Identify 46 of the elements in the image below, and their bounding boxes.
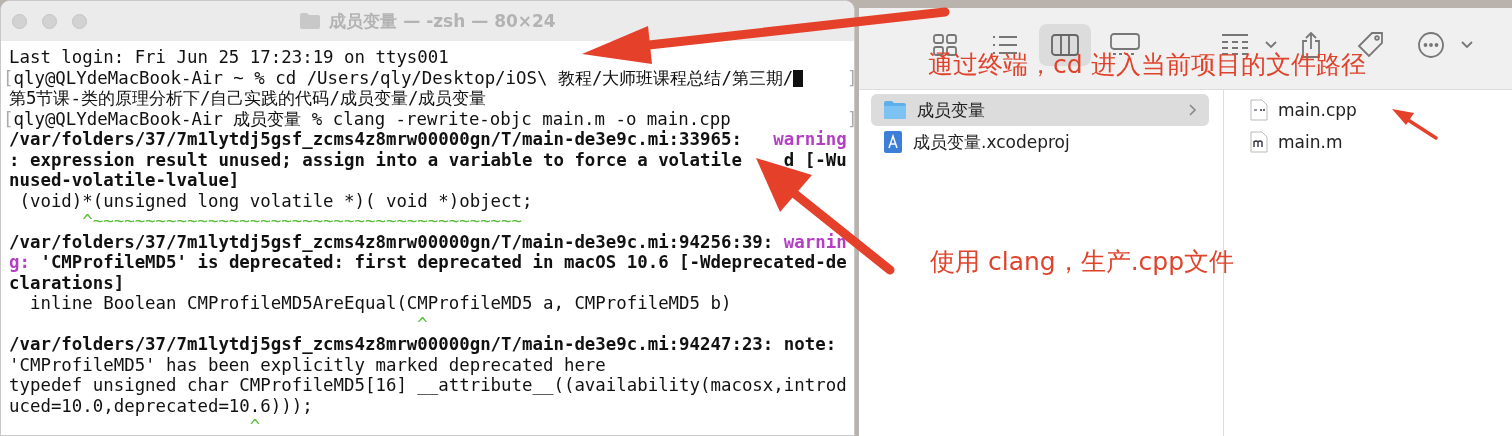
terminal-text: qly@QLYdeMacBook-Air 成员变量 % clang -rewrite-objc main.m -o main.cpp (13, 108, 731, 129)
terminal-text: clarations] (9, 272, 125, 293)
chevron-right-icon (1189, 104, 1197, 116)
columns-icon (1051, 34, 1079, 56)
terminal-text: d [-Wu (783, 149, 847, 170)
file-item[interactable]: 成员变量.xcodeproj (871, 126, 1209, 158)
chevron-down-icon[interactable] (1265, 41, 1277, 49)
annotation-arrow (1392, 109, 1438, 140)
warning-label: warning (773, 129, 847, 149)
prompt-mark: ] (847, 67, 858, 88)
caret-marker: ^ (416, 313, 428, 334)
terminal-text: /var/folders/37/7m1lytdj5gsf_zcms4z8mrw00000gn/T/main-de3e9c.mi:94247:23: note: (9, 334, 837, 354)
prompt-mark: [ (3, 67, 14, 88)
file-item[interactable]: main.cpp (1238, 94, 1512, 126)
text-cursor (793, 69, 804, 87)
blueprint-file-icon (883, 130, 903, 154)
annotation-text: 通过终端，cd 进入当前项目的文件路径 (928, 49, 1366, 81)
terminal-text: 'CMProfileMD5' is deprecated: first deprecated in macOS 10.6 [-Wdeprecated-de (39, 252, 847, 272)
warning-label: g: (9, 252, 30, 272)
terminal-text: Last login: Fri Jun 25 17:23:19 on ttys001 (9, 47, 449, 67)
prompt-mark: ] (847, 108, 858, 129)
terminal-text: /var/folders/37/7m1lytdj5gsf_zcms4z8mrw00000gn/T/main-de3e9c.mi:33965: (9, 129, 743, 149)
terminal-text: 第5节课-类的原理分析下/自己实践的代码/成员变量/成员变量 (9, 88, 487, 108)
prompt-mark: [ (3, 108, 14, 129)
folder-icon (883, 100, 907, 120)
caret-marker: ^ (248, 416, 261, 436)
terminal-text: (void)*(unsigned long volatile *)( void *)object; (18, 190, 533, 211)
window-title: 成员变量 — -zsh — 80×24 (329, 9, 556, 33)
terminal-text: inline Boolean CMProfileMD5AreEqual(CMProfileMD5 a, CMProfileMD5 b) (28, 293, 732, 313)
caret-marker: ^~~~~~~~~~~~~~~~~~~~~~~~~~~~~~~~~~~~~~~~~~ (81, 211, 523, 231)
file-item[interactable]: 成员变量 (871, 94, 1209, 126)
warning-label: warnin (783, 231, 847, 252)
annotation-text: 使用 clang，生产.cpp文件 (930, 246, 1235, 278)
terminal-text: uced=10.0,deprecated=10.6))); (9, 395, 313, 416)
terminal-text: : expression result unused; assign into a variable to force a volatile (9, 149, 742, 170)
source-file-icon (1250, 131, 1268, 153)
terminal-text: nused-volatile-lvalue] (9, 170, 240, 190)
source-file-icon (1250, 99, 1268, 121)
terminal-text: qly@QLYdeMacBook-Air ~ % cd /Users/qly/Desktop/iOS\ 教程/大师班课程总结/第三期/ (13, 67, 794, 88)
terminal-text: /var/folders/37/7m1lytdj5gsf_zcms4z8mrw00000gn/T/main-de3e9c.mi:94256:39: (9, 231, 775, 252)
file-item[interactable]: main.m (1238, 126, 1512, 158)
folder-icon (299, 12, 322, 30)
chevron-down-icon[interactable] (1461, 41, 1473, 49)
terminal-text: typedef unsigned char CMProfileMD5[16] __attribute__((availability(macosx,introd (9, 375, 847, 395)
more-icon (1417, 31, 1445, 59)
terminal-text: 'CMProfileMD5' has been explicitly marked deprecated here (9, 354, 606, 375)
